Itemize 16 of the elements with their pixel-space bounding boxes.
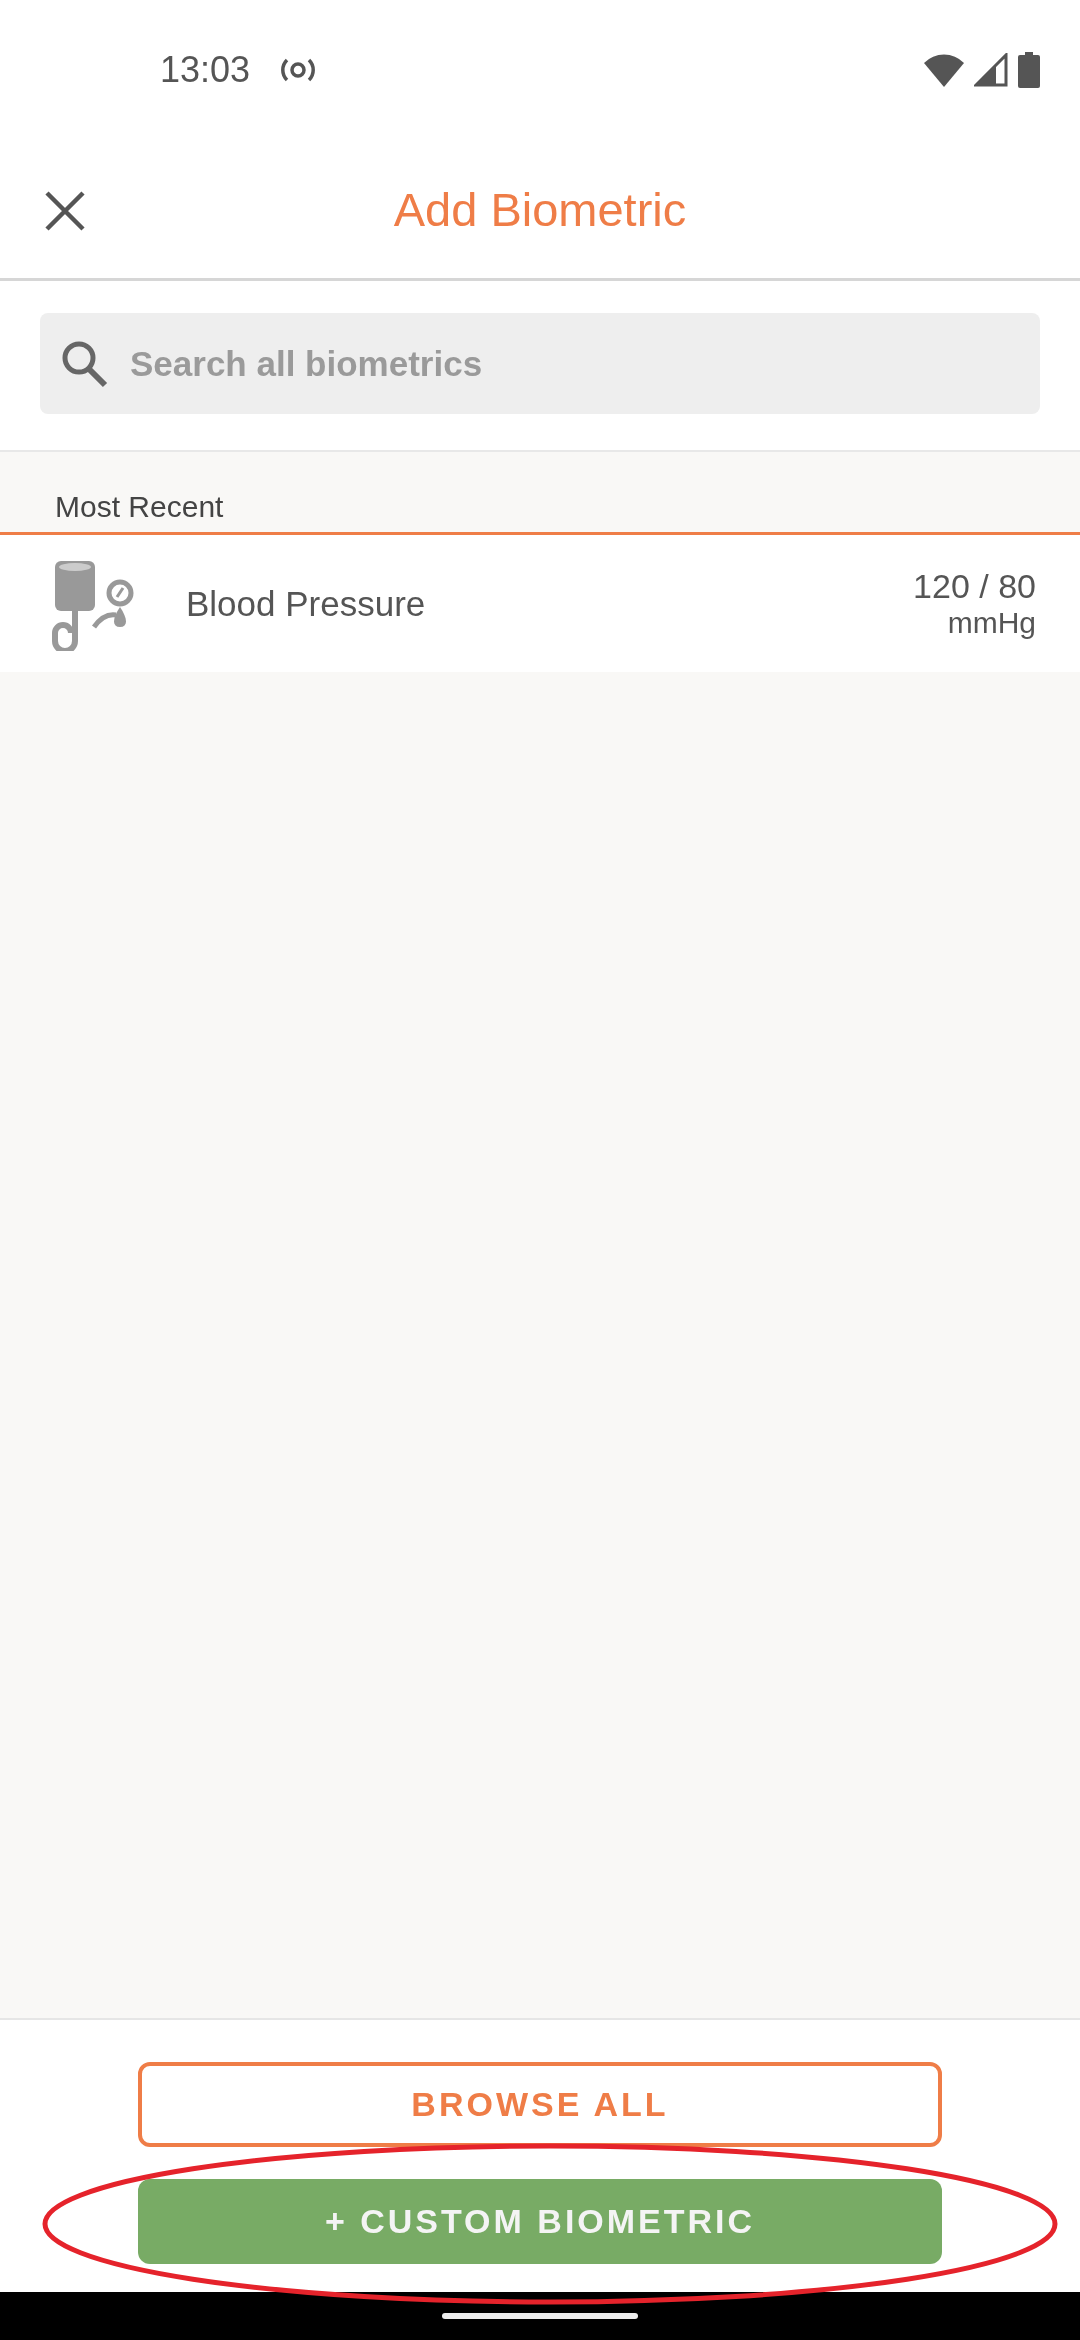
custom-biometric-button[interactable]: + CUSTOM BIOMETRIC [138, 2179, 942, 2264]
close-button[interactable] [44, 190, 86, 232]
biometric-unit: mmHg [947, 606, 1036, 640]
status-time: 13:03 [160, 49, 251, 91]
search-icon [60, 339, 108, 389]
hotspot-icon [280, 57, 317, 83]
biometric-row[interactable]: Blood Pressure 120 / 80 mmHg [0, 535, 1080, 672]
browse-all-button[interactable]: BROWSE ALL [138, 2062, 942, 2147]
biometric-value: 120 / 80 [913, 567, 1036, 606]
wifi-icon [924, 53, 964, 87]
screen-title: Add Biometric [393, 181, 687, 237]
battery-icon [1018, 52, 1040, 88]
section-heading: Most Recent [55, 490, 224, 523]
biometric-name: Blood Pressure [186, 583, 427, 624]
search-field[interactable]: Search all biometrics [40, 313, 1040, 414]
signal-icon [974, 53, 1008, 87]
